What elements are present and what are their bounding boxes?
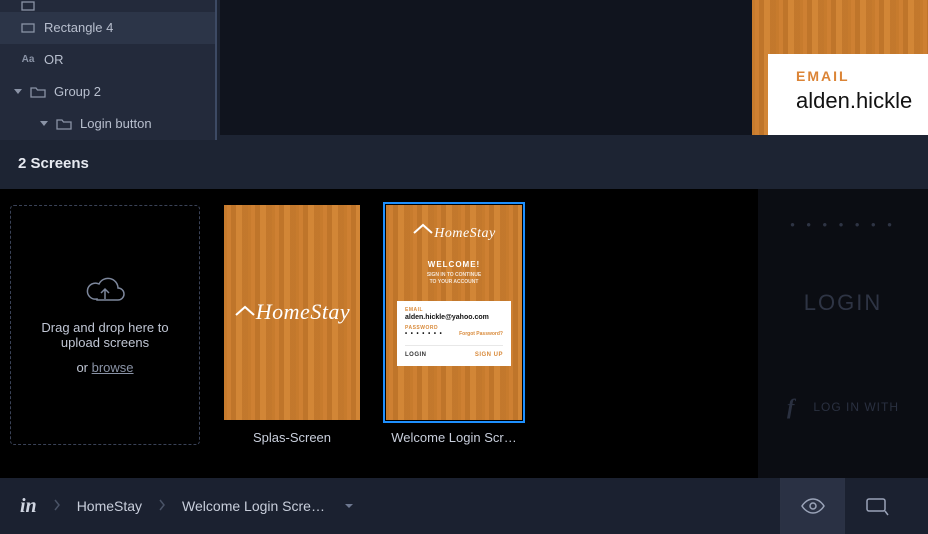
folder-icon [56, 116, 72, 132]
roof-icon [234, 297, 256, 323]
logo: HomeStay [234, 297, 350, 325]
chevron-down-icon [40, 121, 48, 126]
ghost-password-dots: • • • • • • • [790, 217, 896, 232]
upload-text: Drag and drop here to [41, 320, 168, 335]
screen-thumb[interactable]: HomeStay [224, 205, 360, 420]
logo: HomeStay [412, 223, 496, 242]
layer-row[interactable] [0, 0, 215, 12]
rect-icon [20, 20, 36, 36]
layer-label: Group 2 [54, 84, 101, 99]
canvas-area[interactable] [220, 0, 752, 135]
screen-label: Splas-Screen [253, 430, 331, 445]
welcome-heading: WELCOME! [428, 260, 480, 269]
cloud-upload-icon [85, 275, 125, 310]
upload-dropzone[interactable]: Drag and drop here to upload screens or … [10, 205, 200, 445]
layer-label: OR [44, 52, 64, 67]
eye-icon [800, 496, 826, 516]
ghost-login-text: LOGIN [804, 290, 882, 316]
comment-icon [864, 496, 890, 516]
email-label: EMAIL [405, 307, 503, 313]
ghost-preview: • • • • • • • LOGIN f LOG IN WITH [758, 189, 928, 478]
layer-label: Login button [80, 116, 152, 131]
facebook-f-icon: f [787, 394, 795, 420]
screen-thumb[interactable]: HomeStay WELCOME! SIGN IN TO CONTINUETO … [386, 205, 522, 420]
password-dots: • • • • • • • [405, 331, 443, 337]
text-icon: Aa [20, 52, 36, 68]
folder-icon [30, 84, 46, 100]
forgot-link: Forgot Password? [459, 331, 503, 337]
email-card: EMAIL alden.hickle [768, 54, 928, 135]
comment-mode-button[interactable] [844, 478, 908, 534]
chevron-right-icon [53, 499, 61, 514]
caret-down-icon[interactable] [345, 504, 353, 508]
screen-card-splash[interactable]: HomeStay Splas-Screen [222, 205, 362, 462]
screen-card-login[interactable]: HomeStay WELCOME! SIGN IN TO CONTINUETO … [384, 205, 524, 462]
screen-label: Welcome Login Scr… [391, 430, 516, 445]
signup-btn: SIGN UP [475, 352, 503, 358]
rect-icon [20, 0, 36, 12]
bottom-right-tools [780, 478, 908, 534]
email-value: alden.hickle@yahoo.com [405, 314, 503, 321]
welcome-sub: SIGN IN TO CONTINUETO YOUR ACCOUNT [427, 272, 481, 285]
layer-label: Rectangle 4 [44, 20, 113, 35]
breadcrumb-screen[interactable]: Welcome Login Scre… [182, 498, 325, 514]
browse-link[interactable]: browse [92, 360, 134, 375]
upload-or: or [76, 360, 91, 375]
invision-logo[interactable]: in [20, 495, 37, 518]
breadcrumb-project[interactable]: HomeStay [77, 498, 142, 514]
screens-header: 2 Screens [18, 155, 89, 172]
chevron-right-icon [158, 499, 166, 514]
email-label: EMAIL [796, 68, 928, 84]
login-card: EMAIL alden.hickle@yahoo.com PASSWORD • … [397, 301, 511, 366]
layer-row-group2[interactable]: Group 2 [0, 76, 215, 108]
preview-mockup: EMAIL alden.hickle [752, 0, 928, 135]
preview-mode-button[interactable] [780, 478, 844, 534]
layer-row-rectangle4[interactable]: Rectangle 4 [0, 12, 215, 44]
layers-panel: Rectangle 4 Aa OR Group 2 Login button [0, 0, 217, 140]
email-value: alden.hickle [796, 88, 928, 114]
login-btn: LOGIN [405, 352, 427, 358]
upload-text: upload screens [61, 335, 149, 350]
layer-row-or[interactable]: Aa OR [0, 44, 215, 76]
layer-row-login-button[interactable]: Login button [0, 108, 215, 140]
roof-icon [412, 223, 434, 240]
chevron-down-icon [14, 89, 22, 94]
ghost-fb-row: f LOG IN WITH [787, 394, 899, 420]
bottom-bar: in HomeStay Welcome Login Scre… [0, 478, 928, 534]
